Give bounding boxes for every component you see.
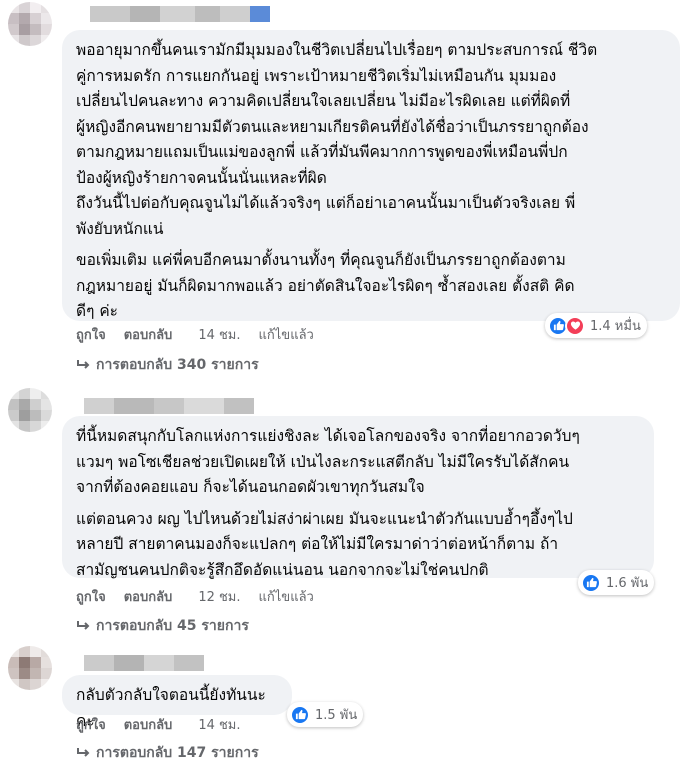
timestamp[interactable]: 14 ชม.	[198, 714, 240, 735]
replies-count-label: การตอบกลับ 45 รายการ	[96, 618, 249, 634]
avatar[interactable]	[8, 2, 52, 46]
view-replies-link[interactable]: การตอบกลับ 340 รายการ	[76, 354, 259, 376]
reaction-summary[interactable]: 1.5 พัน	[287, 702, 364, 727]
view-replies-link[interactable]: การตอบกลับ 147 รายการ	[76, 742, 259, 764]
comment-actions: ถูกใจ ตอบกลับ 14 ชม. แก้ไขแล้ว	[76, 324, 314, 345]
timestamp[interactable]: 12 ชม.	[198, 586, 240, 607]
reply-arrow-icon	[77, 748, 90, 757]
reply-arrow-icon	[77, 621, 90, 630]
like-button[interactable]: ถูกใจ	[76, 586, 106, 607]
thumbs-up-icon	[581, 572, 601, 593]
comment-actions: ถูกใจ ตอบกลับ 12 ชม. แก้ไขแล้ว	[76, 586, 314, 607]
reply-arrow-icon	[77, 360, 90, 369]
comment-bubble: กลับตัวกลับใจตอนนี้ยังทันนะคะ	[62, 675, 292, 730]
reply-button[interactable]: ตอบกลับ	[124, 714, 173, 735]
avatar[interactable]	[8, 646, 52, 690]
reaction-count: 1.5 พัน	[315, 708, 358, 723]
heart-icon	[565, 315, 585, 336]
commenter-name-blurred[interactable]	[84, 655, 204, 671]
commenter-name-blurred[interactable]	[84, 398, 254, 414]
reaction-count: 1.4 หมื่น	[590, 319, 641, 334]
reaction-summary[interactable]: 1.4 หมื่น	[545, 313, 647, 338]
edited-label[interactable]: แก้ไขแล้ว	[259, 324, 314, 345]
comment-text: แต่ตอนควง ผญ ไปไหนด้วยไม่สง่าผ่าเผย มันจ…	[76, 509, 573, 579]
edited-label[interactable]: แก้ไขแล้ว	[259, 586, 314, 607]
thumbs-up-icon	[290, 704, 310, 725]
reaction-summary[interactable]: 1.6 พัน	[578, 570, 655, 595]
like-button[interactable]: ถูกใจ	[76, 324, 106, 345]
avatar[interactable]	[8, 388, 52, 432]
view-replies-link[interactable]: การตอบกลับ 45 รายการ	[76, 615, 249, 637]
comment-bubble: พออายุมากขึ้นคนเรามักมีมุมมองในชีวิตเปลี…	[62, 30, 680, 321]
comment-text: ที่นี้หมดสนุกกับโลกแห่งการแย่งชิงละ ได้เ…	[76, 427, 580, 496]
reply-button[interactable]: ตอบกลับ	[124, 324, 173, 345]
replies-count-label: การตอบกลับ 340 รายการ	[96, 357, 259, 373]
comment-actions: ถูกใจ ตอบกลับ 14 ชม.	[76, 714, 241, 735]
comment-bubble: ที่นี้หมดสนุกกับโลกแห่งการแย่งชิงละ ได้เ…	[62, 416, 654, 579]
timestamp[interactable]: 14 ชม.	[198, 324, 240, 345]
comment-text: พออายุมากขึ้นคนเรามักมีมุมมองในชีวิตเปลี…	[76, 41, 598, 238]
replies-count-label: การตอบกลับ 147 รายการ	[96, 745, 259, 761]
like-button[interactable]: ถูกใจ	[76, 714, 106, 735]
reply-button[interactable]: ตอบกลับ	[124, 586, 173, 607]
commenter-name-blurred[interactable]	[90, 6, 270, 22]
reaction-count: 1.6 พัน	[606, 576, 649, 591]
